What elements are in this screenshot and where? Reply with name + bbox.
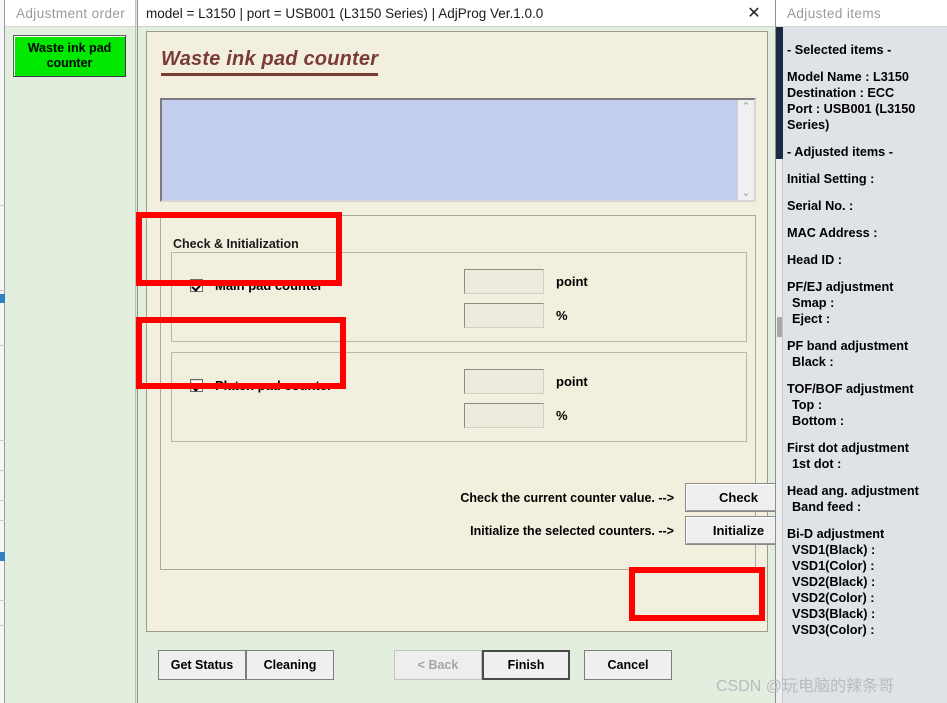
adjusted-item-line: Bi-D adjustment [787, 527, 885, 541]
initialize-action-row: Initialize the selected counters. --> In… [419, 517, 791, 544]
adjusted-items-header: Adjusted items [776, 0, 947, 27]
adjusted-item-line: Smap : [792, 296, 835, 310]
main-pad-counter-checkbox[interactable] [190, 279, 203, 292]
adjusted-item-line: - Adjusted items - [787, 145, 893, 159]
title-bar: model = L3150 | port = USB001 (L3150 Ser… [138, 0, 775, 27]
adjusted-item-line: VSD3(Color) : [792, 623, 875, 637]
scrollbar-marker[interactable] [777, 317, 782, 337]
adjusted-item-line: PF/EJ adjustment [787, 280, 894, 294]
back-button[interactable]: < Back [394, 650, 482, 680]
adjusted-item-line: Top : [792, 398, 823, 412]
adjprog-main-window: model = L3150 | port = USB001 (L3150 Ser… [137, 0, 791, 703]
check-and-initialization-legend: Check & Initialization [169, 237, 303, 251]
adjusted-item-line: Black : [792, 355, 834, 369]
adjustment-order-list: Waste ink pad counter [5, 27, 135, 77]
main-pad-point-unit: point [556, 274, 588, 289]
cleaning-button[interactable]: Cleaning [246, 650, 334, 680]
main-pad-counter-label: Main pad counter [215, 278, 323, 293]
adjusted-item-line: First dot adjustment [787, 441, 909, 455]
adjusted-item-line: Band feed : [792, 500, 862, 514]
adjustment-order-panel: Adjustment order Waste ink pad counter [5, 0, 136, 703]
application-screen: Adjustment order Waste ink pad counter m… [0, 0, 947, 703]
platen-pad-counter-checkbox[interactable] [190, 379, 203, 392]
log-output-area[interactable]: ⌃ ⌄ [160, 98, 756, 202]
scrollbar-thumb[interactable] [776, 27, 783, 159]
adjustment-order-header: Adjustment order [5, 0, 135, 27]
check-action-row: Check the current counter value. --> Che… [419, 484, 791, 511]
main-pad-point-input[interactable] [464, 269, 544, 294]
adjusted-item-line: VSD1(Color) : [792, 559, 875, 573]
adjusted-item-line: TOF/BOF adjustment [787, 382, 914, 396]
adjusted-item-line: Bottom : [792, 414, 845, 428]
platen-pad-percent-row: % [464, 403, 568, 428]
platen-pad-counter-label: Platen pad counter [215, 378, 333, 393]
check-action-label: Check the current counter value. --> [460, 490, 674, 505]
adjusted-item-line: Initial Setting : [787, 172, 875, 186]
main-pad-percent-input[interactable] [464, 303, 544, 328]
adjusted-item-line: VSD1(Black) : [792, 543, 876, 557]
adjusted-items-list: - Selected items - Model Name : L3150 Dest… [785, 27, 947, 703]
platen-pad-point-input[interactable] [464, 369, 544, 394]
platen-pad-percent-input[interactable] [464, 403, 544, 428]
main-pad-percent-row: % [464, 303, 568, 328]
adjusted-item-line: Destination : ECC [787, 86, 895, 100]
adjusted-item-line: PF band adjustment [787, 339, 909, 353]
platen-pad-counter-row[interactable]: Platen pad counter [190, 378, 332, 393]
main-content-panel: Waste ink pad counter ⌃ ⌄ Main pad count… [146, 31, 791, 632]
platen-pad-percent-unit: % [556, 408, 568, 423]
platen-pad-counter-box: Platen pad counter point % [171, 352, 747, 442]
scroll-down-icon[interactable]: ⌄ [741, 188, 750, 199]
main-pad-percent-unit: % [556, 308, 568, 323]
platen-pad-point-row: point [464, 369, 588, 394]
adjusted-item-line: Head ID : [787, 253, 842, 267]
cancel-button[interactable]: Cancel [584, 650, 672, 680]
log-output-text [162, 100, 737, 200]
main-pad-counter-box: Main pad counter point % [171, 252, 747, 342]
adjusted-item-line: - Selected items - [787, 43, 892, 57]
adjusted-item-line: 1st dot : [792, 457, 842, 471]
platen-pad-point-unit: point [556, 374, 588, 389]
adjusted-item-line: VSD2(Black) : [792, 575, 876, 589]
adjusted-item-line: VSD2(Color) : [792, 591, 875, 605]
adjusted-item-line: Eject : [792, 312, 831, 326]
initialize-action-label: Initialize the selected counters. --> [470, 523, 674, 538]
adjusted-item-line: Serial No. : [787, 199, 854, 213]
adjusted-item-line: Head ang. adjustment [787, 484, 919, 498]
page-title: Waste ink pad counter [161, 48, 379, 76]
finish-button[interactable]: Finish [482, 650, 570, 680]
adjusted-item-line: VSD3(Black) : [792, 607, 876, 621]
adjusted-items-panel: Adjusted items - Selected items - Model N… [775, 0, 947, 703]
window-title: model = L3150 | port = USB001 (L3150 Ser… [146, 5, 544, 21]
get-status-button[interactable]: Get Status [158, 650, 246, 680]
scroll-up-icon[interactable]: ⌃ [741, 102, 750, 113]
close-icon[interactable]: ✕ [733, 0, 775, 26]
main-pad-point-row: point [464, 269, 588, 294]
waste-ink-pad-counter-button[interactable]: Waste ink pad counter [13, 35, 126, 77]
adjusted-items-scrollbar[interactable] [776, 27, 783, 703]
main-pad-counter-row[interactable]: Main pad counter [190, 278, 323, 293]
footer-button-bar: Get Status Cleaning < Back Finish Cancel [146, 638, 768, 694]
adjusted-item-line: Model Name : L3150 [787, 70, 909, 84]
adjusted-item-line: Port : USB001 (L3150 Series) [787, 102, 919, 132]
adjusted-item-line: MAC Address : [787, 226, 878, 240]
check-and-initialization-group: Main pad counter point % Platen pad coun… [160, 215, 791, 570]
log-scrollbar[interactable]: ⌃ ⌄ [737, 100, 754, 200]
